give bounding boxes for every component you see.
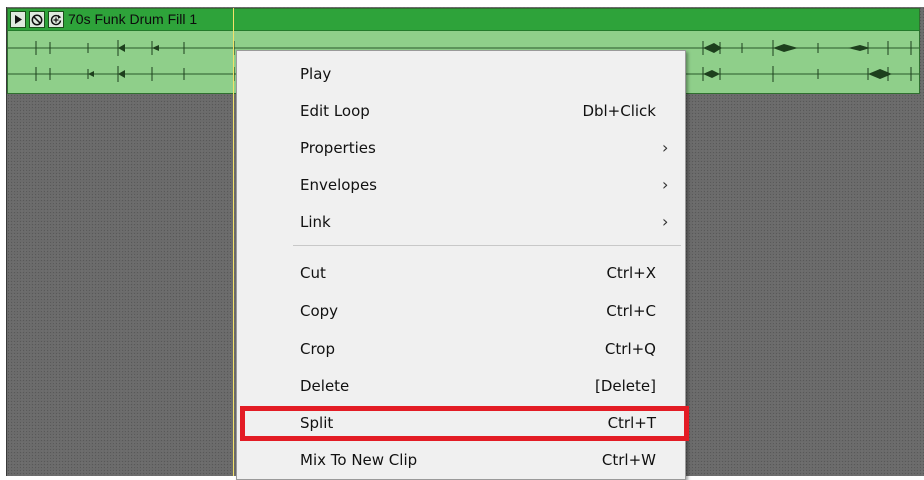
menu-item-link[interactable]: Link ›: [237, 204, 685, 241]
menu-item-shortcut: Ctrl+X: [606, 264, 656, 282]
chevron-right-icon: ›: [662, 212, 669, 231]
menu-item-shortcut: Ctrl+C: [606, 302, 656, 320]
chevron-right-icon: ›: [662, 175, 669, 194]
menu-item-crop[interactable]: Crop Ctrl+Q: [237, 331, 685, 368]
menu-item-cut[interactable]: Cut Ctrl+X: [237, 255, 685, 292]
menu-item-play[interactable]: Play: [237, 56, 685, 93]
menu-item-envelopes[interactable]: Envelopes ›: [237, 167, 685, 204]
menu-item-shortcut: [Delete]: [595, 377, 656, 395]
menu-item-label: Play: [300, 65, 332, 83]
mute-icon[interactable]: [29, 11, 45, 28]
menu-item-label: Edit Loop: [300, 102, 370, 120]
clip-title: 70s Funk Drum Fill 1: [68, 11, 198, 27]
menu-item-edit-loop[interactable]: Edit Loop Dbl+Click: [237, 93, 685, 130]
play-icon[interactable]: [10, 11, 26, 28]
menu-item-properties[interactable]: Properties ›: [237, 130, 685, 167]
menu-item-label: Cut: [300, 264, 326, 282]
menu-item-shortcut: Ctrl+W: [601, 451, 656, 469]
loop-icon[interactable]: [48, 11, 64, 28]
menu-item-label: Mix To New Clip: [300, 451, 418, 469]
menu-item-label: Crop: [300, 340, 336, 358]
menu-item-label: Link: [300, 213, 331, 231]
menu-item-label: Copy: [300, 302, 339, 320]
menu-item-label: Properties: [300, 139, 376, 157]
playback-cursor: [233, 8, 234, 476]
menu-item-delete[interactable]: Delete [Delete]: [237, 368, 685, 405]
menu-item-copy[interactable]: Copy Ctrl+C: [237, 293, 685, 330]
menu-item-shortcut: Dbl+Click: [582, 102, 656, 120]
menu-item-label: Delete: [300, 377, 350, 395]
menu-item-label: Envelopes: [300, 176, 377, 194]
menu-item-mix-to-new-clip[interactable]: Mix To New Clip Ctrl+W: [237, 442, 685, 479]
menu-separator: [293, 245, 681, 246]
clip-header[interactable]: 70s Funk Drum Fill 1: [8, 9, 919, 31]
split-highlight-box: [240, 406, 689, 441]
chevron-right-icon: ›: [662, 138, 669, 157]
menu-item-shortcut: Ctrl+Q: [604, 340, 656, 358]
